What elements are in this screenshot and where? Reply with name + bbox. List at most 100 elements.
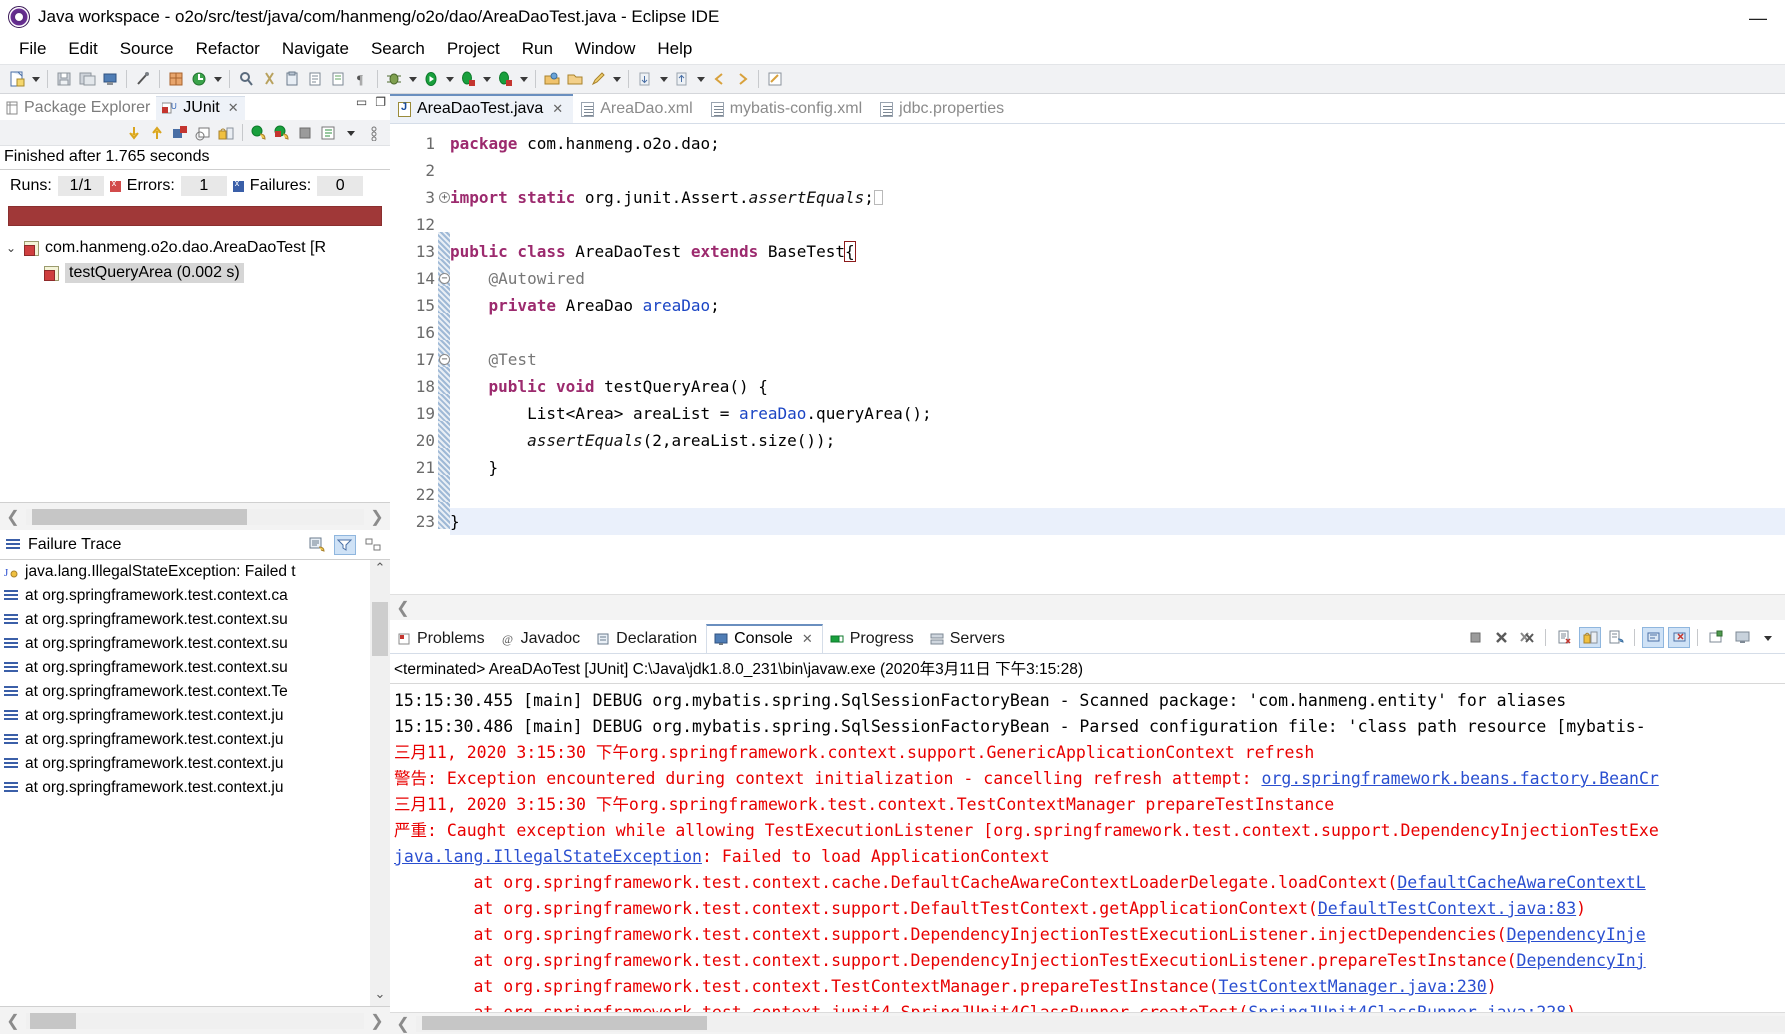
failure-trace-horizontal-scrollbar[interactable]: ❮ ❯ [0, 1006, 390, 1034]
code-line[interactable]: } [450, 454, 1785, 481]
editor-tab-areadao-xml[interactable]: AreaDao.xml [573, 96, 702, 123]
pin-console-icon[interactable] [1642, 627, 1664, 648]
console-link[interactable]: SpringJUnit4ClassRunner.java:228 [1248, 1003, 1566, 1012]
open-perspective-icon[interactable] [541, 68, 563, 90]
test-run-history-icon[interactable] [318, 123, 338, 143]
tab-declaration[interactable]: Declaration [589, 626, 706, 653]
scroll-thumb[interactable] [422, 1015, 707, 1030]
code-line[interactable] [450, 157, 1785, 184]
scroll-track[interactable] [26, 508, 364, 525]
console-link[interactable]: java.lang.IllegalStateException [394, 847, 702, 866]
rerun-test-icon[interactable] [249, 123, 269, 143]
minimize-button[interactable]: — [1749, 8, 1767, 29]
editor-tab-mybatis-config-xml[interactable]: mybatis-config.xml [703, 96, 872, 123]
filter-stack-trace-icon[interactable] [334, 534, 356, 555]
editor-tab-jdbc-properties[interactable]: jdbc.properties [872, 96, 1014, 123]
external-tools-dropdown-arrow[interactable] [517, 68, 530, 90]
failure-trace-row[interactable]: at org.springframework.test.context.Te [0, 680, 390, 704]
code-line[interactable]: @Test [450, 346, 1785, 373]
tab-junit[interactable]: U JUnit ✕ [156, 96, 245, 120]
coverage-dropdown-arrow[interactable] [480, 68, 493, 90]
scroll-down-icon[interactable]: ⌄ [370, 986, 390, 1006]
tree-item-test-class[interactable]: ⌄ com.hanmeng.o2o.dao.AreaDaoTest [R [0, 236, 390, 260]
console-link[interactable]: TestContextManager.java:230 [1219, 977, 1487, 996]
remove-all-launches-icon[interactable] [1516, 627, 1538, 648]
terminate-icon[interactable] [1464, 627, 1486, 648]
show-failures-only-icon[interactable] [170, 123, 190, 143]
scroll-right-icon[interactable]: ❯ [364, 1011, 390, 1031]
tab-progress[interactable]: Progress [823, 626, 923, 653]
debug-dropdown-arrow[interactable] [406, 68, 419, 90]
run-dropdown-arrow[interactable] [443, 68, 456, 90]
code-line[interactable]: public class AreaDaoTest extends BaseTes… [450, 238, 1785, 265]
failure-trace-row[interactable]: at org.springframework.test.context.su [0, 632, 390, 656]
menu-project[interactable]: Project [436, 37, 511, 61]
open-type-icon[interactable] [304, 68, 326, 90]
code-line[interactable]: public void testQueryArea() { [450, 373, 1785, 400]
refresh-dropdown-arrow[interactable] [211, 68, 224, 90]
console-link[interactable]: DefaultTestContext.java:83 [1318, 899, 1576, 918]
tab-package-explorer[interactable]: Package Explorer [0, 97, 156, 120]
open-task-icon[interactable] [327, 68, 349, 90]
scroll-thumb[interactable] [30, 1012, 76, 1029]
tab-console[interactable]: Console ✕ [706, 624, 823, 653]
fold-collapse-icon[interactable]: − [438, 272, 450, 284]
failure-trace-row[interactable]: at org.springframework.test.context.su [0, 608, 390, 632]
edit-dropdown-arrow[interactable] [610, 68, 623, 90]
maximize-view-icon[interactable]: ❐ [375, 95, 386, 109]
editor-horizontal-scrollbar[interactable]: ❮ [390, 594, 1785, 620]
next-annotation-arrow[interactable] [657, 68, 670, 90]
stop-icon[interactable] [295, 123, 315, 143]
show-ignored-icon[interactable] [193, 123, 213, 143]
fold-expand-icon[interactable]: + [438, 191, 450, 203]
paste-icon[interactable] [281, 68, 303, 90]
external-tools-icon[interactable] [494, 68, 516, 90]
compare-result-icon[interactable] [362, 535, 384, 555]
forward-icon[interactable] [731, 68, 753, 90]
save-icon[interactable] [53, 68, 75, 90]
scroll-thumb[interactable] [32, 508, 247, 525]
code-line[interactable]: List<Area> areaList = areaDao.queryArea(… [450, 400, 1785, 427]
copy-trace-icon[interactable] [306, 535, 328, 555]
scroll-left-icon[interactable]: ❮ [0, 507, 26, 527]
failure-trace-list[interactable]: J java.lang.IllegalStateException: Faile… [0, 560, 390, 1006]
code-line[interactable] [450, 481, 1785, 508]
scroll-up-icon[interactable]: ⌃ [370, 560, 390, 580]
word-wrap-icon[interactable] [1605, 627, 1627, 648]
clear-console-icon[interactable] [1553, 627, 1575, 648]
tab-servers[interactable]: Servers [923, 626, 1014, 653]
run-icon[interactable] [420, 68, 442, 90]
quick-access-icon[interactable] [132, 68, 154, 90]
tab-javadoc[interactable]: @ Javadoc [494, 626, 590, 653]
menu-file[interactable]: File [8, 37, 57, 61]
scroll-track[interactable] [416, 1015, 1785, 1032]
scroll-left-icon[interactable]: ❮ [0, 1011, 26, 1031]
code-line[interactable]: } [450, 508, 1785, 535]
failure-trace-row[interactable]: at org.springframework.test.context.su [0, 656, 390, 680]
menu-run[interactable]: Run [511, 37, 564, 61]
display-selected-console-icon[interactable] [1668, 627, 1690, 648]
menu-search[interactable]: Search [360, 37, 436, 61]
print-icon[interactable] [99, 68, 121, 90]
view-menu-icon[interactable] [364, 123, 384, 143]
console-link[interactable]: DefaultCacheAwareContextL [1397, 873, 1645, 892]
back-icon[interactable] [708, 68, 730, 90]
scroll-left-icon[interactable]: ❮ [390, 1014, 416, 1034]
previous-failure-icon[interactable] [147, 123, 167, 143]
open-console-icon[interactable] [1705, 627, 1727, 648]
menu-refactor[interactable]: Refactor [185, 37, 271, 61]
code-text-area[interactable]: package com.hanmeng.o2o.dao; import stati… [450, 124, 1785, 594]
open-folder-icon[interactable] [564, 68, 586, 90]
failure-trace-vertical-scrollbar[interactable]: ⌃ ⌄ [370, 560, 390, 1006]
close-icon[interactable]: ✕ [802, 631, 813, 647]
menu-navigate[interactable]: Navigate [271, 37, 360, 61]
console-menu-arrow-icon[interactable] [1757, 627, 1779, 648]
scroll-right-icon[interactable]: ❯ [364, 507, 390, 527]
console-horizontal-scrollbar[interactable]: ❮ [390, 1012, 1785, 1034]
code-line[interactable]: package com.hanmeng.o2o.dao; [450, 130, 1785, 157]
code-editor[interactable]: 1 2 3 +12 13 14−15 16 17−18 19 20 21 22 23 package c… [390, 124, 1785, 594]
scroll-track[interactable] [26, 1012, 364, 1029]
failure-trace-row[interactable]: at org.springframework.test.context.ju [0, 752, 390, 776]
console-link[interactable]: DependencyInje [1507, 925, 1646, 944]
tree-horizontal-scrollbar[interactable]: ❮ ❯ [0, 502, 390, 530]
